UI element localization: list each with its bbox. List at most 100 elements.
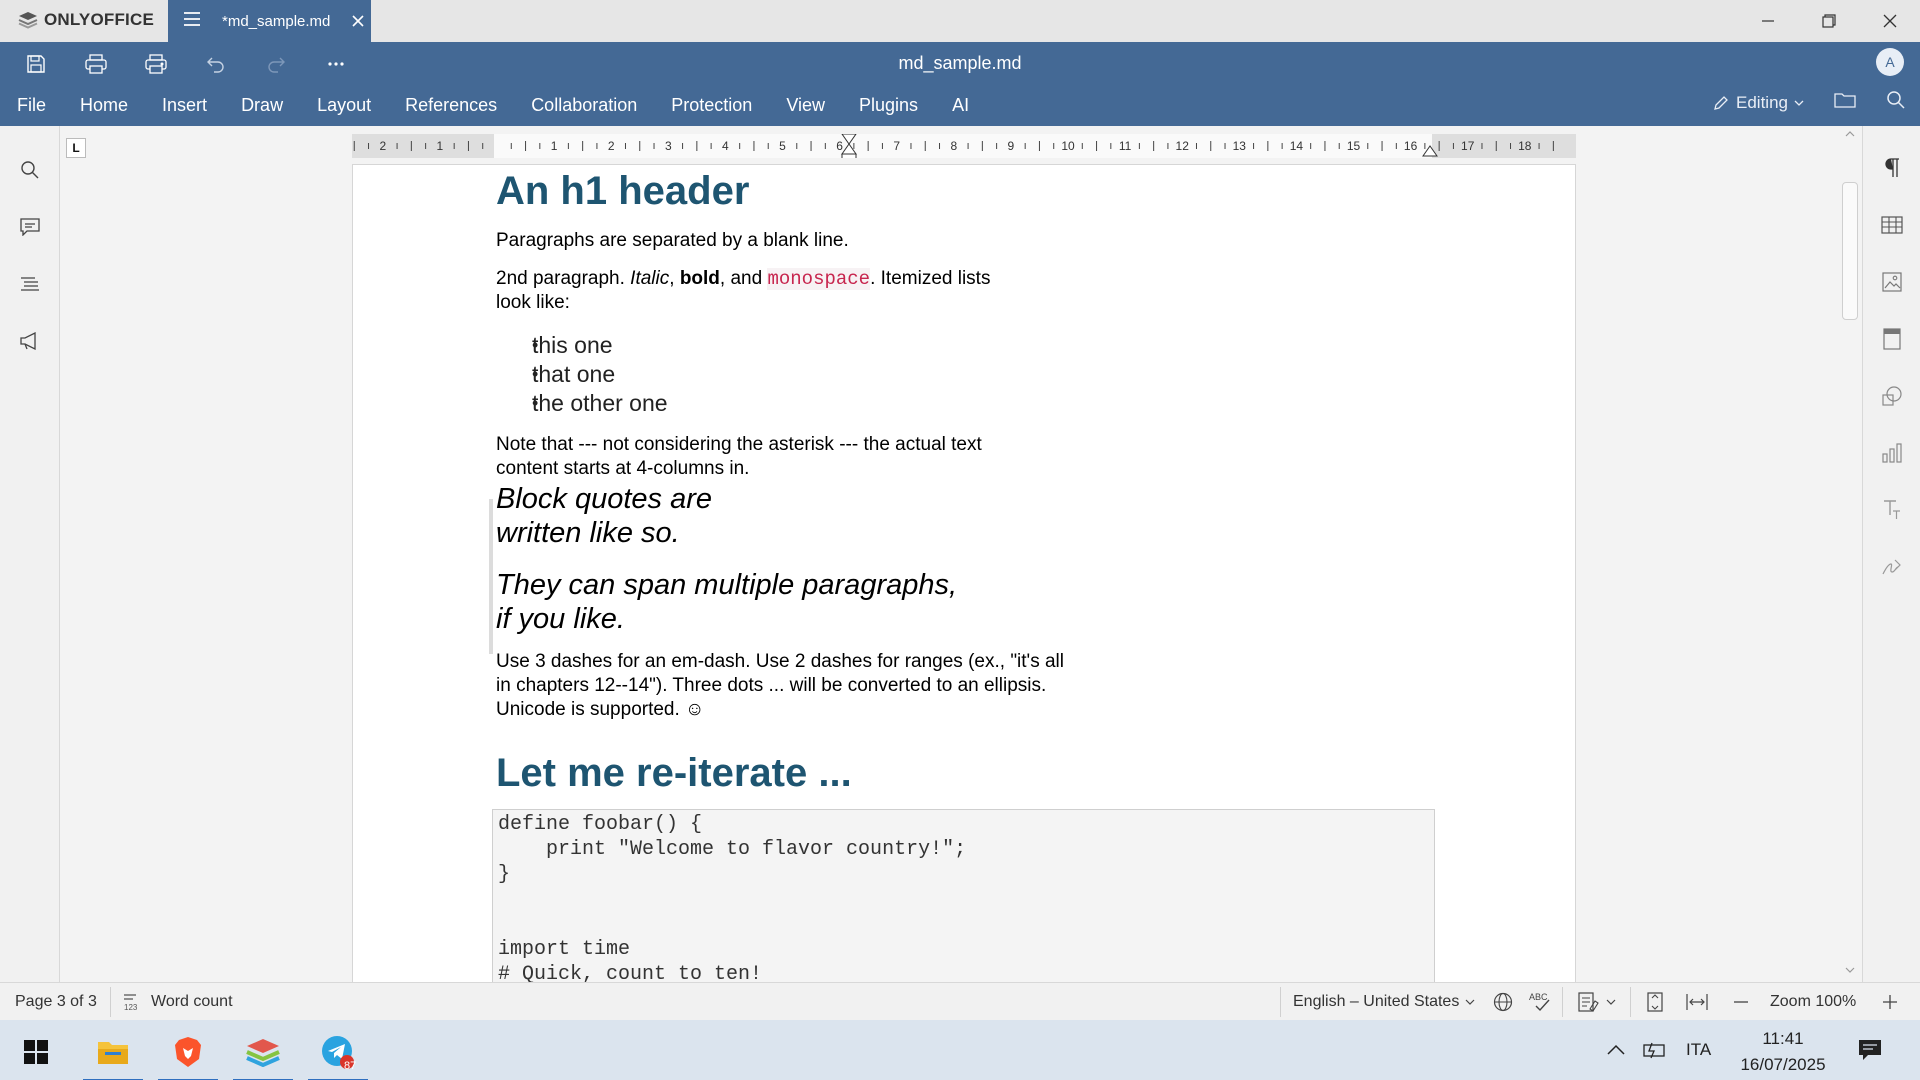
ruler-label: 5 [779,139,786,153]
italic-text: Italic [630,268,670,289]
clock-time: 11:41 [1762,1029,1804,1048]
restore-icon [1821,14,1836,28]
status-bar: Page 3 of 3 123 Word count English – Uni… [0,982,1920,1020]
tab-plugins[interactable]: Plugins [842,95,935,116]
window-controls [1737,0,1920,42]
text-art-settings-button[interactable] [1880,498,1904,522]
tab-insert[interactable]: Insert [145,95,224,116]
pilcrow-icon [1885,158,1899,177]
header-footer-settings-button[interactable] [1880,327,1904,351]
folder-icon [1834,93,1856,108]
ruler-label: 16 [1404,139,1418,153]
fit-to-page-button[interactable] [1645,992,1665,1012]
document-page[interactable]: An h1 header Paragraphs are separated by… [352,164,1576,982]
title-bar: ONLYOFFICE *md_sample.md [0,0,1920,42]
editing-mode-dropdown[interactable]: Editing [1712,93,1804,113]
ruler-label: 3 [665,139,672,153]
shape-icon [1882,386,1902,406]
open-file-location-button[interactable] [1834,91,1856,114]
signature-settings-button[interactable] [1880,555,1904,579]
tab-close-icon[interactable] [345,11,371,32]
fit-to-width-button[interactable] [1686,992,1708,1012]
tab-home[interactable]: Home [63,95,145,116]
onlyoffice-logo[interactable]: ONLYOFFICE [18,10,154,30]
clock-date: 16/07/2025 [1740,1055,1826,1074]
status-divider [1630,987,1631,1017]
telegram-badge: 87 [344,1060,357,1072]
close-window-button[interactable] [1859,0,1920,42]
shape-settings-button[interactable] [1880,384,1904,408]
search-icon [1887,91,1905,109]
ruler-label: 6 [836,139,843,153]
minimize-button[interactable] [1737,0,1798,42]
word-count-label: Word count [151,993,233,1010]
tab-protection[interactable]: Protection [654,95,769,116]
left-panel [0,126,60,982]
show-hidden-icons-button[interactable] [1606,1020,1626,1080]
scroll-up-icon[interactable] [1838,126,1862,140]
tab-collaboration[interactable]: Collaboration [514,95,654,116]
zoom-in-button[interactable] [1880,992,1900,1012]
notifications-button[interactable] [1857,1020,1883,1080]
close-icon [1883,14,1896,28]
tab-view[interactable]: View [769,95,842,116]
battery-button[interactable] [1641,1020,1667,1080]
ruler-label: 15 [1347,139,1361,153]
document-language-button[interactable] [1493,992,1513,1012]
header-footer-icon [1883,328,1901,350]
ruler-label: 12 [1176,139,1190,153]
zoom-level[interactable]: Zoom 100% [1770,993,1856,1011]
taskbar-onlyoffice[interactable] [233,1028,293,1080]
scroll-down-icon[interactable] [1838,964,1862,978]
language-dropdown[interactable]: English – United States [1293,993,1475,1011]
comments-button[interactable] [18,215,42,239]
blockquote-1: Block quotes are written like so. [496,483,713,549]
paragraph-settings-button[interactable] [1880,156,1904,180]
status-divider [1562,987,1563,1017]
ruler-label: 4 [722,139,729,153]
taskbar-file-explorer[interactable] [83,1028,143,1080]
spell-check-button[interactable]: ABC [1528,991,1552,1013]
image-icon [1882,272,1902,292]
user-avatar[interactable]: A [1876,48,1904,76]
track-changes-button[interactable] [1578,992,1616,1012]
zoom-out-button[interactable] [1731,992,1751,1012]
document-tab[interactable]: *md_sample.md [168,0,371,42]
feedback-button[interactable] [18,329,42,353]
signature-icon [1882,559,1901,575]
ruler-markings: 2 1 1 2 3 4 5 6 7 8 9 10 11 12 13 14 15 16 17 18 [353,134,1554,158]
vertical-scrollbar[interactable] [1838,126,1862,982]
tab-draw[interactable]: Draw [224,95,300,116]
note-paragraph: Note that --- not considering the asteri… [496,434,982,479]
tab-ai[interactable]: AI [935,95,986,116]
table-icon [1881,216,1903,234]
word-count-button[interactable]: 123 Word count [123,993,233,1011]
battery-charging-icon [1643,1042,1665,1059]
restore-button[interactable] [1798,0,1859,42]
page-indicator[interactable]: Page 3 of 3 [15,993,97,1011]
taskbar-telegram[interactable]: 87 [308,1028,368,1080]
tab-selector[interactable]: L [66,138,86,158]
taskbar-brave-browser[interactable] [158,1028,218,1080]
tab-references[interactable]: References [388,95,514,116]
heading-2: Let me re-iterate ... [496,751,852,795]
table-settings-button[interactable] [1880,213,1904,237]
tab-file[interactable]: File [0,95,63,116]
windows-taskbar: 87 ITA 11:41 16/07/2025 [0,1020,1920,1080]
scrollbar-thumb[interactable] [1842,182,1858,320]
navigation-button[interactable] [18,272,42,296]
system-clock[interactable]: 11:41 16/07/2025 [1730,1026,1836,1078]
start-button[interactable] [6,1028,66,1076]
document-canvas[interactable]: An h1 header Paragraphs are separated by… [60,158,1843,982]
pencil-icon [1714,95,1728,110]
tab-layout[interactable]: Layout [300,95,388,116]
find-button[interactable] [18,158,42,182]
image-settings-button[interactable] [1880,270,1904,294]
horizontal-ruler[interactable]: 2 1 1 2 3 4 5 6 7 8 9 10 11 12 13 14 15 16 17 18 [352,134,1576,158]
hamburger-menu-icon[interactable] [184,12,204,30]
header-search-button[interactable] [1886,90,1906,115]
input-language[interactable]: ITA [1686,1020,1711,1080]
brand-name: ONLYOFFICE [44,10,154,29]
chart-settings-button[interactable] [1880,441,1904,465]
comment-icon [20,218,40,236]
